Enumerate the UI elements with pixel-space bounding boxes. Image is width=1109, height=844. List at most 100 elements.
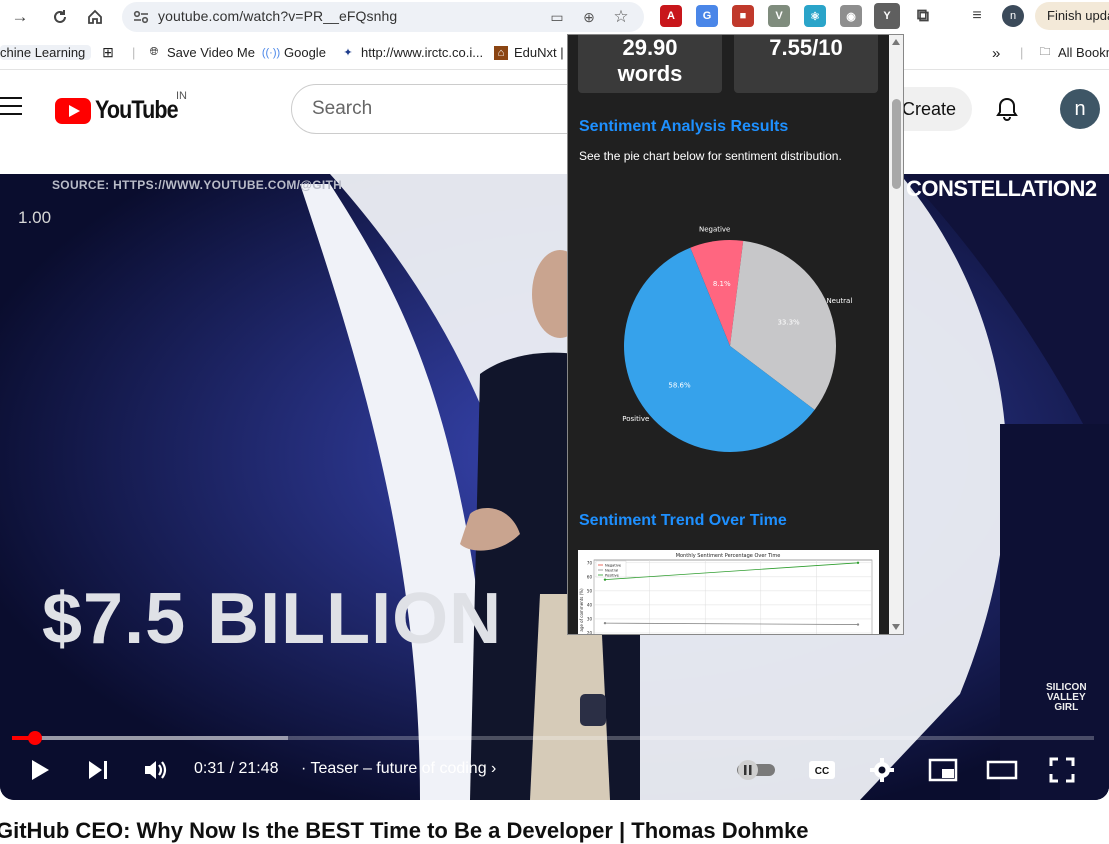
bookmark-edunxt[interactable]: ⌂ EduNxt |: [494, 45, 564, 60]
captions-icon[interactable]: CC: [808, 756, 836, 784]
chapter-button[interactable]: · Teaser – future of coding ›: [301, 760, 496, 778]
home-icon[interactable]: [81, 3, 109, 31]
user-avatar[interactable]: n: [1060, 89, 1100, 129]
bookmark-machine-learning[interactable]: chine Learning: [0, 45, 92, 60]
pie-category-label: Neutral: [826, 297, 852, 305]
trend-section-title: Sentiment Trend Over Time: [579, 512, 787, 529]
forward-icon[interactable]: →: [6, 3, 34, 31]
notifications-bell-icon[interactable]: [994, 96, 1020, 122]
bookmark-label: Save Video Me: [167, 45, 255, 60]
playback-speed-label: 1.00: [18, 208, 52, 227]
zoom-icon[interactable]: ⊕: [579, 7, 599, 27]
trend-series-line-positive: [604, 562, 859, 581]
stat-value: 7.55/10: [769, 35, 843, 60]
url-text[interactable]: youtube.com/watch?v=PR__eFQsnhg: [158, 8, 397, 24]
miniplayer-icon[interactable]: [928, 756, 958, 784]
site-info-icon[interactable]: [132, 8, 150, 26]
install-app-icon[interactable]: ▭: [547, 7, 567, 27]
youtube-comment-analyzer-extension-icon[interactable]: Y: [874, 3, 900, 29]
trend-legend-label: Negative: [605, 563, 622, 567]
scroll-up-arrow[interactable]: [892, 39, 900, 45]
translate-extension-icon[interactable]: G: [696, 5, 718, 27]
trend-point-positive: [856, 561, 860, 565]
bookmarks-overflow-button[interactable]: »: [992, 45, 1000, 62]
fullscreen-icon[interactable]: [1048, 756, 1076, 784]
folder-icon: 🗀︎: [1039, 46, 1051, 58]
pdf-extension-icon[interactable]: A: [660, 5, 682, 27]
bookmark-label: Google: [284, 45, 326, 60]
stat-value: 29.90: [622, 35, 678, 60]
trend-point-neutral: [856, 623, 860, 626]
edunxt-icon: ⌂: [494, 45, 508, 60]
bookmark-separator: |: [132, 45, 136, 60]
bookmark-label: chine Learning: [0, 45, 86, 60]
sentiment-section-title: Sentiment Analysis Results: [579, 118, 789, 135]
next-button[interactable]: [84, 756, 112, 784]
time-total: 21:48: [238, 760, 279, 777]
google-icon: ((·)): [261, 46, 281, 59]
scroll-thumb[interactable]: [892, 99, 901, 189]
video-frame-background: [0, 174, 1109, 800]
bookmark-irctc[interactable]: ✦ http://www.irctc.co.i...: [341, 45, 483, 60]
camera-extension-icon[interactable]: ◉: [840, 5, 862, 27]
channel-watermark: SILICON VALLEY GIRL: [1046, 683, 1087, 713]
trend-y-tick-label: 40: [587, 602, 593, 607]
comment-analyzer-popup: 29.90 words 7.55/10 Sentiment Analysis R…: [567, 34, 904, 635]
apps-grid-icon[interactable]: ⊞: [101, 44, 115, 60]
scroll-down-arrow[interactable]: [892, 624, 900, 630]
react-extension-icon[interactable]: ⚛: [804, 5, 826, 27]
volume-button[interactable]: [141, 756, 171, 784]
pie-percent-label: 8.1%: [713, 280, 731, 288]
bookmark-google[interactable]: ((·)) Google: [261, 45, 326, 60]
bookmark-separator: |: [1020, 45, 1024, 60]
vue-extension-icon[interactable]: V: [768, 5, 790, 27]
chapter-title: Teaser – future of coding: [310, 760, 487, 777]
time-display: 0:31 / 21:48: [194, 760, 279, 777]
pie-category-label: Negative: [699, 225, 730, 233]
avg-comment-length-card: 29.90 words: [578, 35, 722, 93]
play-button[interactable]: [26, 756, 54, 784]
bookmark-label: All Bookmarks: [1058, 45, 1109, 60]
source-caption: SOURCE: HTTPS://WWW.YOUTUBE.COM/@GITH: [52, 178, 343, 192]
address-bar[interactable]: youtube.com/watch?v=PR__eFQsnhg ▭ ⊕ ☆: [122, 2, 644, 32]
finish-update-button[interactable]: Finish update: [1035, 2, 1109, 30]
menu-icon[interactable]: [0, 97, 22, 115]
reading-list-icon[interactable]: ≡: [966, 5, 988, 27]
browser-profile-avatar[interactable]: n: [1002, 5, 1024, 27]
book-extension-icon[interactable]: ■: [732, 5, 754, 27]
video-player[interactable]: SOURCE: HTTPS://WWW.YOUTUBE.COM/@GITH 1.…: [0, 174, 1109, 800]
youtube-header: YouTube IN Search Create n: [0, 70, 1109, 174]
event-brand-overlay: CONSTELLATION2: [906, 176, 1097, 201]
youtube-logo[interactable]: YouTube: [55, 96, 191, 125]
stat-unit: words: [617, 61, 683, 86]
overflow-label: »: [992, 45, 1001, 62]
time-current: 0:31: [194, 760, 226, 777]
popup-scrollbar[interactable]: [889, 35, 903, 634]
settings-gear-icon[interactable]: [868, 756, 896, 784]
autoplay-toggle[interactable]: [736, 756, 778, 784]
search-placeholder: Search: [312, 98, 373, 119]
watermark-line: GIRL: [1054, 702, 1079, 713]
all-bookmarks-button[interactable]: 🗀︎ All Bookmarks: [1038, 45, 1109, 60]
trend-legend-label: Neutral: [605, 568, 618, 572]
trend-chart-title: Monthly Sentiment Percentage Over Time: [676, 553, 781, 559]
pie-percent-label: 58.6%: [668, 382, 691, 390]
theater-mode-icon[interactable]: [986, 756, 1018, 784]
avg-sentiment-score-card: 7.55/10: [734, 35, 878, 93]
trend-y-tick-label: 30: [587, 616, 593, 621]
bookmark-save-video[interactable]: 🌐︎ Save Video Me: [147, 45, 255, 60]
trend-y-tick-label: 50: [587, 588, 593, 593]
extensions-puzzle-icon[interactable]: ⧉: [912, 5, 934, 27]
region-code: IN: [176, 90, 187, 102]
progress-bar[interactable]: [12, 736, 1094, 740]
trend-point-neutral: [603, 621, 607, 625]
bookmark-label: http://www.irctc.co.i...: [361, 45, 484, 60]
bookmark-star-icon[interactable]: ☆: [611, 7, 631, 27]
globe-icon: 🌐︎: [149, 46, 159, 58]
progress-buffered: [38, 736, 288, 740]
reload-icon[interactable]: [46, 3, 74, 31]
pie-percent-label: 33.3%: [777, 318, 800, 326]
svg-text:CC: CC: [815, 766, 829, 777]
progress-scrubber[interactable]: [28, 731, 42, 745]
trend-legend-label: Positive: [605, 573, 620, 577]
